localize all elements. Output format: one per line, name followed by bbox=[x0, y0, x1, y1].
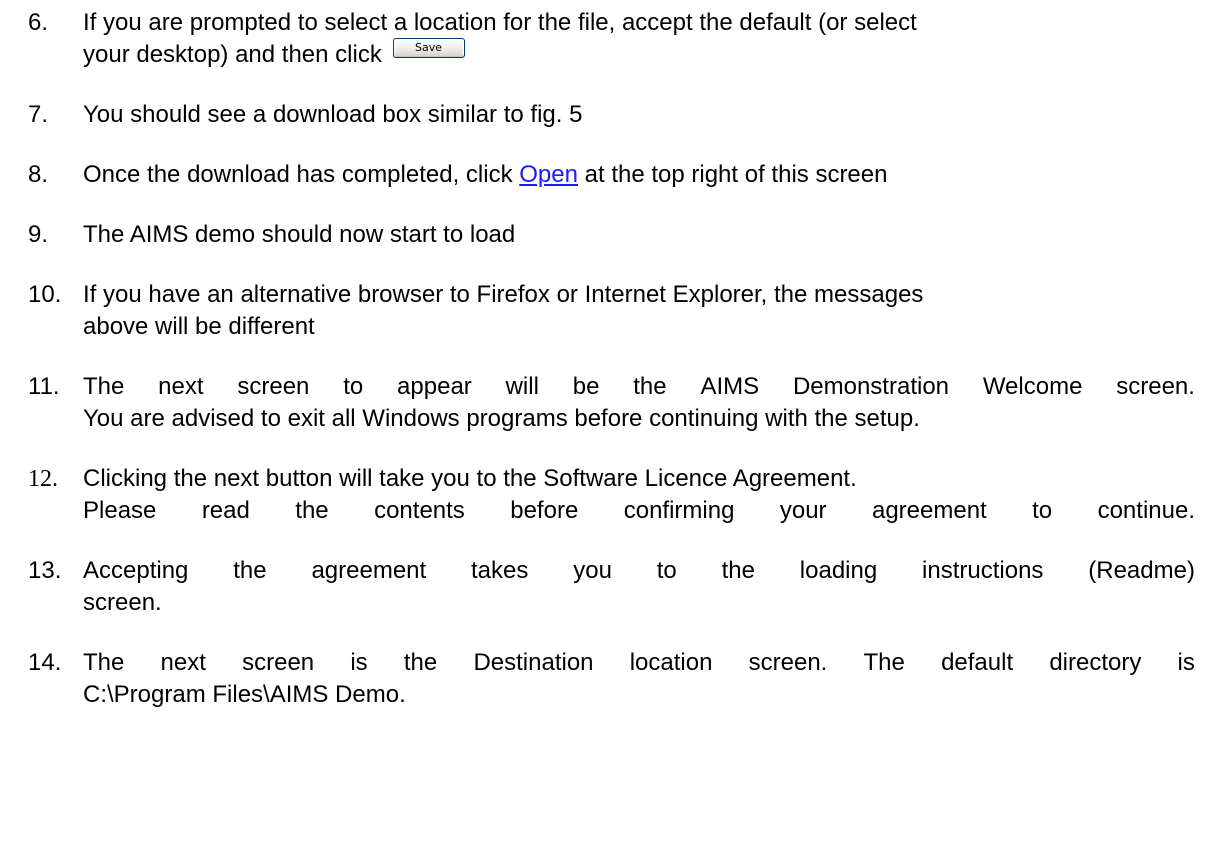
step-number: 7. bbox=[28, 101, 49, 128]
step-text: If you are prompted to select a location… bbox=[83, 9, 917, 68]
step-number: 8. bbox=[28, 161, 49, 188]
step-text: If you have an alternative browser to Fi… bbox=[83, 281, 924, 340]
open-link[interactable]: Open bbox=[519, 161, 578, 188]
step-text: The next screen to appear will be the AI… bbox=[83, 373, 1195, 432]
step-number: 11. bbox=[28, 373, 60, 400]
step-text: You should see a download box similar to… bbox=[83, 101, 583, 128]
step-number: 6. bbox=[28, 9, 49, 36]
step-number: 9. bbox=[28, 221, 49, 248]
step-text: The next screen is the Destination locat… bbox=[83, 649, 1195, 708]
step-number: 13. bbox=[28, 557, 62, 584]
step-number: 12. bbox=[28, 466, 58, 492]
step-text: Accepting the agreement takes you to the… bbox=[83, 557, 1195, 616]
step-number: 14. bbox=[28, 649, 62, 676]
step-text: The AIMS demo should now start to load bbox=[83, 221, 516, 248]
instructions-page: 6. If you are prompted to select a locat… bbox=[0, 0, 1225, 858]
step-text: Clicking the next button will take you t… bbox=[83, 465, 1195, 524]
save-button: Save bbox=[392, 37, 465, 58]
step-text: Once the download has completed, click O… bbox=[83, 161, 888, 188]
step-number: 10. bbox=[28, 281, 62, 308]
